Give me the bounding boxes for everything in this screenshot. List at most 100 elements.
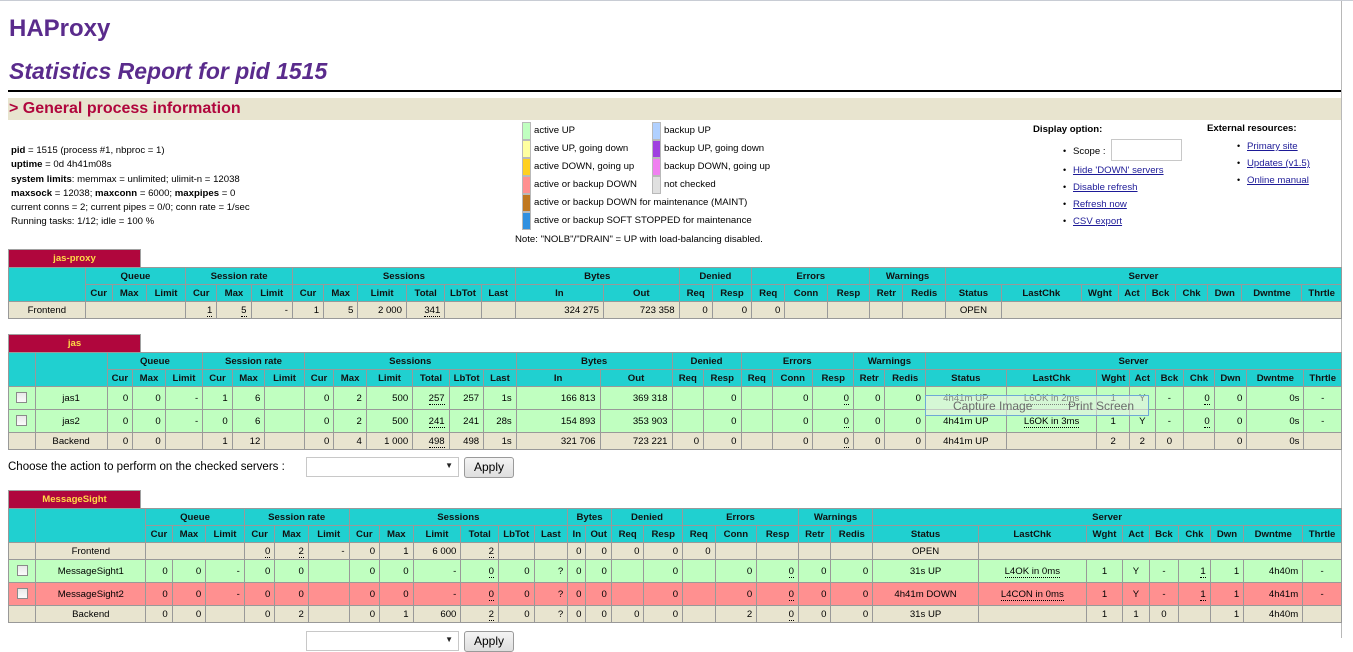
disable-refresh-link[interactable]: Disable refresh xyxy=(1073,182,1138,193)
column-header-wght[interactable]: Wght xyxy=(1096,369,1130,387)
column-header-act[interactable]: Act xyxy=(1122,525,1150,543)
column-header-limit[interactable]: Limit xyxy=(164,369,204,387)
column-header-wght[interactable]: Wght xyxy=(1085,525,1124,543)
cell-value-link[interactable]: 0 xyxy=(843,415,849,428)
cell-value-link[interactable]: 0 xyxy=(788,565,794,578)
column-header-retr[interactable]: Retr xyxy=(852,369,886,387)
column-header-limit[interactable]: Limit xyxy=(365,369,414,387)
column-header-req[interactable]: Req xyxy=(682,525,716,543)
print-screen-label[interactable]: Print Screen xyxy=(1068,396,1134,416)
row-name[interactable]: MessageSight2 xyxy=(35,582,147,606)
cell-value-link[interactable]: 1 xyxy=(1200,588,1206,601)
cell-value-link[interactable]: 0 xyxy=(788,588,794,601)
column-header-limit[interactable]: Limit xyxy=(307,525,350,543)
column-header-out[interactable]: Out xyxy=(602,284,680,302)
column-header-req[interactable]: Req xyxy=(678,284,713,302)
column-header-resp[interactable]: Resp xyxy=(643,525,684,543)
cell-value-link[interactable]: 0 xyxy=(788,608,794,621)
column-header-redis[interactable]: Redis xyxy=(902,284,946,302)
column-header-out[interactable]: Out xyxy=(599,369,673,387)
column-header-bck[interactable]: Bck xyxy=(1144,284,1177,302)
column-header-chk[interactable]: Chk xyxy=(1183,369,1215,387)
server-checkbox[interactable] xyxy=(16,565,28,577)
column-header-act[interactable]: Act xyxy=(1128,369,1156,387)
cell-value-link[interactable]: 0 xyxy=(1204,415,1210,428)
column-header-resp[interactable]: Resp xyxy=(703,369,742,387)
capture-overlay[interactable]: Capture Image Print Screen xyxy=(925,395,1149,416)
action-select-messagesight[interactable] xyxy=(306,631,459,651)
column-header-chk[interactable]: Chk xyxy=(1178,525,1211,543)
column-header-max[interactable]: Max xyxy=(171,525,207,543)
online-manual-link[interactable]: Online manual xyxy=(1247,175,1309,186)
column-header-retr[interactable]: Retr xyxy=(869,284,904,302)
cell-value-link[interactable]: 241 xyxy=(428,415,445,428)
column-header-thrtle[interactable]: Thrtle xyxy=(1301,284,1342,302)
column-header-max[interactable]: Max xyxy=(333,369,367,387)
column-header-lastchk[interactable]: LastChk xyxy=(977,525,1087,543)
action-select[interactable] xyxy=(306,457,459,477)
column-header-dwn[interactable]: Dwn xyxy=(1209,525,1245,543)
cell-value-link[interactable]: 0 xyxy=(264,545,271,558)
column-header-bck[interactable]: Bck xyxy=(1148,525,1180,543)
cell-value-link[interactable]: 2 xyxy=(298,545,304,558)
column-header-cur[interactable]: Cur xyxy=(84,284,113,302)
column-header-last[interactable]: Last xyxy=(480,284,516,302)
column-header-last[interactable]: Last xyxy=(483,369,517,387)
column-header-redis[interactable]: Redis xyxy=(830,525,874,543)
column-header-in[interactable]: In xyxy=(514,284,604,302)
cell-value-link[interactable]: 0 xyxy=(1204,392,1210,405)
column-header-status[interactable]: Status xyxy=(944,284,1002,302)
column-header-in[interactable]: In xyxy=(515,369,601,387)
column-header-lastchk[interactable]: LastChk xyxy=(1005,369,1098,387)
column-header-conn[interactable]: Conn xyxy=(784,284,828,302)
vertical-scrollbar[interactable] xyxy=(1341,1,1353,638)
column-header-max[interactable]: Max xyxy=(323,284,359,302)
cell-value-link[interactable]: 498 xyxy=(428,435,445,448)
cell-value-link[interactable]: 2 xyxy=(488,608,494,621)
column-header-req[interactable]: Req xyxy=(671,369,705,387)
column-header-total[interactable]: Total xyxy=(412,369,450,387)
cell-value-link[interactable]: 2 xyxy=(488,545,494,558)
scope-input[interactable] xyxy=(1111,139,1182,161)
column-header-max[interactable]: Max xyxy=(111,284,147,302)
column-header-limit[interactable]: Limit xyxy=(264,369,305,387)
column-header-req[interactable]: Req xyxy=(740,369,774,387)
column-header-total[interactable]: Total xyxy=(460,525,499,543)
column-header-dwntme[interactable]: Dwntme xyxy=(1241,284,1303,302)
column-header-total[interactable]: Total xyxy=(405,284,446,302)
column-header-resp[interactable]: Resp xyxy=(812,369,854,387)
column-header-act[interactable]: Act xyxy=(1118,284,1146,302)
column-header-dwn[interactable]: Dwn xyxy=(1213,369,1248,387)
cell-value-link[interactable]: L4CON in 0ms xyxy=(1000,588,1064,601)
cell-value-link[interactable]: 1 xyxy=(1200,565,1206,578)
column-header-resp[interactable]: Resp xyxy=(711,284,753,302)
column-header-conn[interactable]: Conn xyxy=(772,369,814,387)
column-header-lbtot[interactable]: LbTot xyxy=(448,369,485,387)
column-header-dwn[interactable]: Dwn xyxy=(1207,284,1243,302)
column-header-cur[interactable]: Cur xyxy=(348,525,381,543)
column-header-retr[interactable]: Retr xyxy=(797,525,832,543)
column-header-req[interactable]: Req xyxy=(751,284,786,302)
column-header-dwntme[interactable]: Dwntme xyxy=(1243,525,1304,543)
cell-value-link[interactable]: 5 xyxy=(241,304,247,317)
column-header-in[interactable]: In xyxy=(567,525,587,543)
cell-value-link[interactable]: L6OK in 3ms xyxy=(1023,415,1080,428)
row-name[interactable]: jas1 xyxy=(34,386,108,410)
column-header-max[interactable]: Max xyxy=(216,284,252,302)
column-header-last[interactable]: Last xyxy=(533,525,569,543)
column-header-lbtot[interactable]: LbTot xyxy=(444,284,482,302)
proxy-tab-jas[interactable]: jas xyxy=(8,334,141,352)
column-header-limit[interactable]: Limit xyxy=(205,525,245,543)
column-header-status[interactable]: Status xyxy=(872,525,979,543)
cell-value-link[interactable]: 341 xyxy=(424,304,441,317)
column-header-limit[interactable]: Limit xyxy=(412,525,462,543)
column-header-redis[interactable]: Redis xyxy=(884,369,926,387)
column-header-cur[interactable]: Cur xyxy=(106,369,134,387)
column-header-resp[interactable]: Resp xyxy=(826,284,871,302)
refresh-now-link[interactable]: Refresh now xyxy=(1073,199,1127,210)
column-header-cur[interactable]: Cur xyxy=(202,369,233,387)
column-header-limit[interactable]: Limit xyxy=(357,284,407,302)
column-header-thrtle[interactable]: Thrtle xyxy=(1302,525,1342,543)
column-header-lastchk[interactable]: LastChk xyxy=(1000,284,1082,302)
server-checkbox[interactable] xyxy=(16,392,28,404)
